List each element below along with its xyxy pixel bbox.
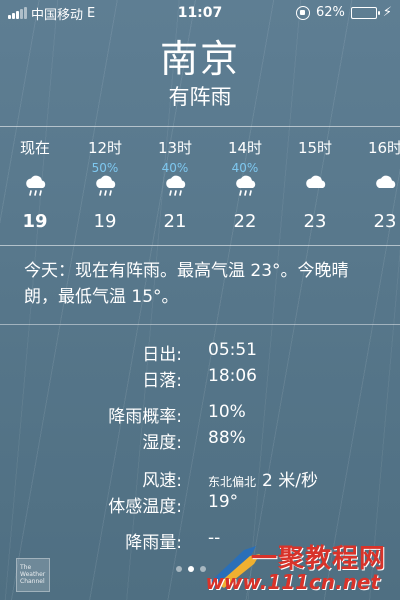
wind-value: 2 米/秒: [262, 471, 318, 491]
hour-temp: 23: [373, 211, 397, 232]
battery-icon: [350, 6, 380, 19]
feels-like-row: 体感温度: 19°: [0, 492, 400, 517]
humidity-value: 88%: [208, 428, 246, 448]
location-header: 南京 有阵雨: [0, 36, 400, 110]
hour-temp: 23: [303, 211, 327, 232]
cloud-rain-icon: [233, 173, 259, 199]
footer: The Weather Channel 一聚教程网 www.111cn.net: [0, 538, 400, 600]
current-condition: 有阵雨: [168, 85, 232, 109]
hour-temp: 22: [233, 211, 257, 232]
hour-temp: 19: [93, 211, 117, 232]
feels-like-label: 体感温度:: [108, 497, 182, 517]
battery-percent: 62%: [315, 5, 345, 20]
rain-chance-row: 降雨概率: 10%: [0, 402, 400, 427]
hour-label: 13时: [157, 139, 193, 157]
hour-temp: 21: [163, 211, 187, 232]
rotation-lock-icon: [295, 5, 310, 20]
humidity-row: 湿度: 88%: [0, 428, 400, 453]
divider: [0, 324, 400, 325]
hourly-forecast[interactable]: 现在 19 12时 50% 19 13时 40% 21 14时 40% 22 1…: [0, 126, 400, 246]
rain-chance-label: 降雨概率:: [108, 407, 182, 427]
sunset-row: 日落: 18:06: [0, 366, 400, 391]
wind-label: 风速:: [142, 471, 182, 491]
cloud-rain-icon: [163, 173, 189, 199]
hour-label: 12时: [87, 139, 123, 157]
hourly-item: 13时 40% 21: [140, 127, 210, 245]
cloud-rain-icon: [93, 173, 119, 199]
status-bar: 中国移动 E 11:07 62% ⚡: [0, 0, 400, 26]
hourly-item: 16时 23: [350, 127, 400, 245]
watermark: 一聚教程网 www.111cn.net: [194, 538, 394, 598]
hour-label: 现在: [19, 139, 50, 157]
rain-chance-value: 10%: [208, 402, 246, 422]
sunset-label: 日落:: [142, 371, 182, 391]
cloud-icon: [373, 173, 399, 199]
hour-temp: 19: [22, 211, 48, 232]
status-right: 62% ⚡: [295, 5, 392, 20]
wind-row: 风速: 东北偏北 2 米/秒: [0, 466, 400, 491]
hourly-item: 14时 40% 22: [210, 127, 280, 245]
wind-direction: 东北偏北: [208, 475, 257, 489]
hour-label: 16时: [367, 139, 400, 157]
hour-label: 15时: [297, 139, 333, 157]
watermark-url: www.111cn.net: [205, 570, 380, 594]
hourly-item: 现在 19: [0, 127, 70, 245]
city-name: 南京: [159, 37, 240, 81]
hourly-item: 12时 50% 19: [70, 127, 140, 245]
sunrise-row: 日出: 05:51: [0, 340, 400, 365]
daily-summary: 今天：现在有阵雨。最高气温 23°。今晚晴朗，最低气温 15°。: [24, 261, 349, 307]
weather-channel-logo[interactable]: The Weather Channel: [16, 558, 50, 592]
sunrise-label: 日出:: [142, 345, 182, 365]
page-dot[interactable]: [176, 566, 182, 572]
hourly-item: 15时 23: [280, 127, 350, 245]
cloud-rain-icon: [23, 173, 49, 199]
wind-value-group: 东北偏北 2 米/秒: [208, 466, 318, 491]
cloud-icon: [303, 173, 329, 199]
feels-like-value: 19°: [208, 492, 239, 512]
charging-icon: ⚡: [382, 5, 392, 20]
sunset-value: 18:06: [208, 366, 257, 386]
sunrise-value: 05:51: [208, 340, 257, 360]
humidity-label: 湿度:: [142, 433, 182, 453]
hour-label: 14时: [227, 139, 263, 157]
